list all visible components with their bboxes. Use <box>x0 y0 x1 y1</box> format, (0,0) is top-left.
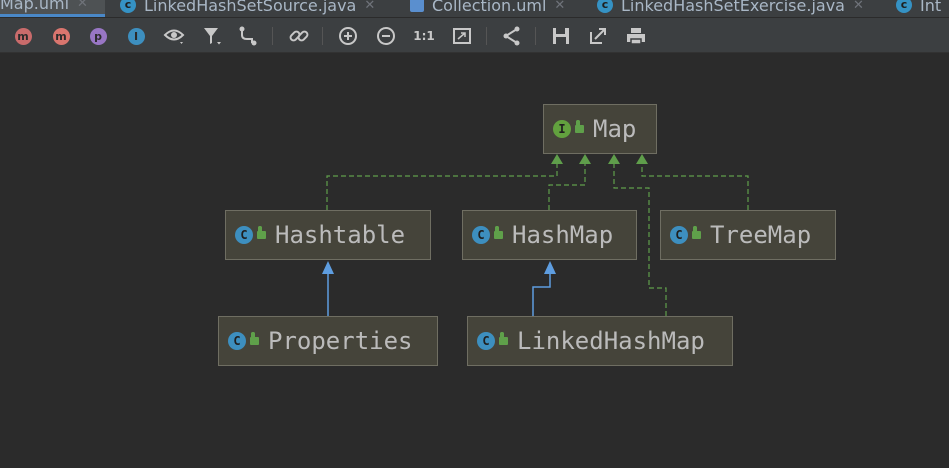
print-icon <box>627 28 645 45</box>
node-hashmap[interactable]: C HashMap <box>462 210 637 260</box>
node-properties[interactable]: C Properties <box>218 316 438 366</box>
save-icon <box>553 28 569 44</box>
export-button[interactable] <box>586 24 610 48</box>
actual-size-button[interactable]: 1:1 <box>412 24 436 48</box>
zoom-out-icon <box>377 27 395 45</box>
public-lock-icon <box>257 226 266 239</box>
tab-map-uml[interactable]: Map.uml ✕ <box>0 0 105 17</box>
show-dependencies-button[interactable] <box>236 24 260 48</box>
node-linkedhashmap[interactable]: C LinkedHashMap <box>467 316 733 366</box>
export-icon <box>590 28 606 44</box>
implements-arrowhead <box>551 154 563 164</box>
class-icon: C <box>477 332 495 350</box>
toolbar-separator <box>322 27 323 45</box>
link-icon <box>289 30 309 42</box>
actual-size-icon: 1:1 <box>413 29 435 43</box>
node-label: TreeMap <box>710 221 812 249</box>
close-icon[interactable]: ✕ <box>554 0 565 13</box>
class-icon: C <box>235 226 253 244</box>
toolbar-separator <box>272 27 273 45</box>
node-label: HashMap <box>512 221 614 249</box>
extends-arrowhead <box>544 261 556 274</box>
uml-diagram-canvas[interactable]: I Map C Hashtable C HashMap C TreeMap C … <box>0 53 949 468</box>
save-button[interactable] <box>549 24 573 48</box>
zoom-out-button[interactable] <box>374 24 398 48</box>
public-lock-icon <box>692 226 701 239</box>
relationship-edges <box>322 154 749 316</box>
node-label: Map <box>593 115 637 143</box>
show-fields-button[interactable]: m <box>11 24 35 48</box>
public-lock-icon <box>250 332 259 345</box>
interface-icon: I <box>553 120 571 138</box>
inner-class-icon: I <box>127 27 145 45</box>
toolbar-separator <box>486 27 487 45</box>
edge-treemap-implements-map <box>641 159 749 210</box>
class-icon: c <box>896 0 912 13</box>
zoom-in-button[interactable] <box>336 24 360 48</box>
eye-icon <box>163 29 185 44</box>
tab-collection-uml[interactable]: Collection.uml ✕ <box>410 0 565 17</box>
node-map[interactable]: I Map <box>543 104 657 154</box>
show-properties-button[interactable]: p <box>86 24 110 48</box>
close-icon[interactable]: ✕ <box>364 0 375 13</box>
tab-int[interactable]: c Int <box>896 0 941 17</box>
class-icon: c <box>597 0 613 13</box>
node-label: LinkedHashMap <box>517 327 705 355</box>
public-lock-icon <box>499 332 508 345</box>
layout-icon <box>503 26 520 46</box>
diagram-toolbar: m m p I 1:1 <box>0 18 949 53</box>
close-icon[interactable]: ✕ <box>77 0 88 11</box>
method-icon: m <box>52 27 70 45</box>
close-icon[interactable]: ✕ <box>853 0 864 13</box>
extends-arrowhead <box>322 261 334 274</box>
public-lock-icon <box>494 226 503 239</box>
tab-linkedhashsetsource[interactable]: c LinkedHashSetSource.java ✕ <box>120 0 375 17</box>
implements-arrowhead <box>608 154 620 164</box>
show-methods-button[interactable]: m <box>49 24 73 48</box>
tab-label: Collection.uml <box>432 0 547 15</box>
uml-icon <box>410 0 424 12</box>
tab-label: LinkedHashSetSource.java <box>144 0 357 15</box>
tab-label: Int <box>920 0 942 15</box>
node-treemap[interactable]: C TreeMap <box>660 210 836 260</box>
dependency-icon <box>239 26 257 46</box>
edge-hashtable-implements-map <box>326 159 558 210</box>
fit-content-icon <box>453 28 471 44</box>
tab-linkedhashsetexercise[interactable]: c LinkedHashSetExercise.java ✕ <box>597 0 864 17</box>
class-icon: C <box>228 332 246 350</box>
link-button[interactable] <box>287 24 311 48</box>
tab-label: Map.uml <box>0 0 70 13</box>
zoom-in-icon <box>339 27 357 45</box>
public-lock-icon <box>575 120 584 133</box>
implements-arrowhead <box>579 154 591 164</box>
tab-label: LinkedHashSetExercise.java <box>621 0 845 15</box>
class-icon: C <box>472 226 490 244</box>
visibility-button[interactable] <box>162 24 186 48</box>
node-label: Hashtable <box>275 221 406 249</box>
property-icon: p <box>89 27 107 45</box>
node-label: Properties <box>268 327 413 355</box>
editor-tab-bar: Map.uml ✕ c LinkedHashSetSource.java ✕ C… <box>0 0 949 18</box>
show-inner-classes-button[interactable]: I <box>124 24 148 48</box>
filter-icon <box>204 28 221 45</box>
filter-button[interactable] <box>201 24 225 48</box>
fit-content-button[interactable] <box>450 24 474 48</box>
toolbar-separator <box>535 27 536 45</box>
class-icon: C <box>670 226 688 244</box>
edge-hashmap-implements-map <box>548 159 586 210</box>
field-icon: m <box>14 27 32 45</box>
node-hashtable[interactable]: C Hashtable <box>225 210 431 260</box>
class-icon: c <box>120 0 136 13</box>
layout-button[interactable] <box>499 24 523 48</box>
implements-arrowhead <box>636 154 648 164</box>
edge-linkedhashmap-extends-hashmap <box>532 267 551 316</box>
print-button[interactable] <box>624 24 648 48</box>
